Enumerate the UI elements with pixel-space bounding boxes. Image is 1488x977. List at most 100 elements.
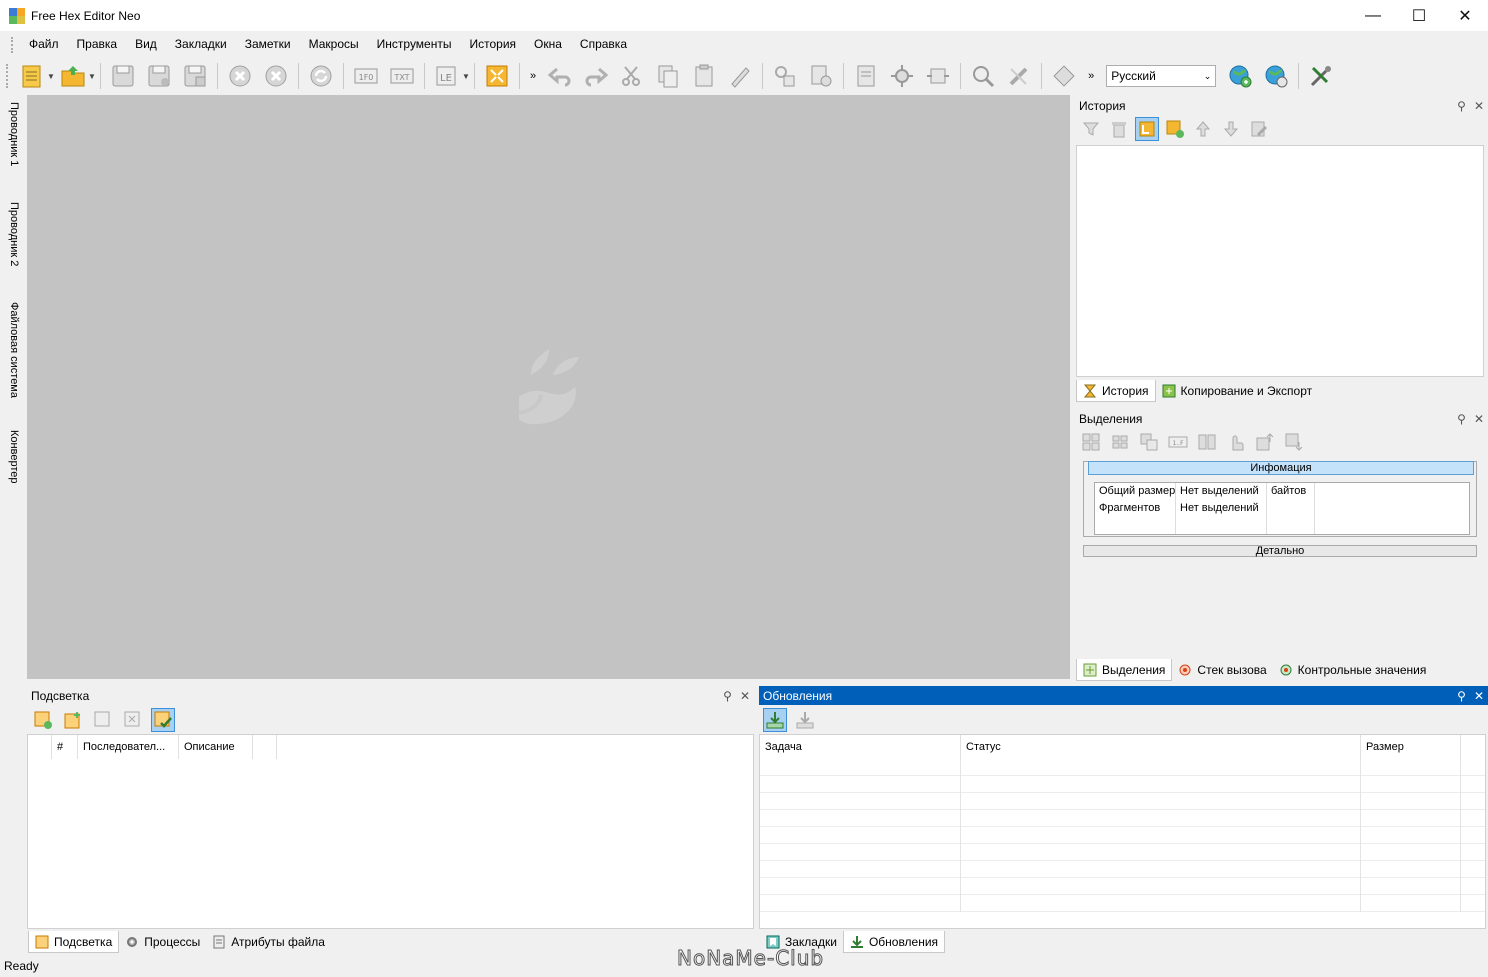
maximize-button[interactable]: ☐ xyxy=(1396,0,1442,31)
select-range-icon[interactable]: 1..F xyxy=(1166,430,1190,454)
save-all-icon[interactable] xyxy=(181,62,209,90)
tab-updates[interactable]: Обновления xyxy=(842,931,946,953)
new-file-dropdown[interactable]: ▼ xyxy=(47,72,55,81)
paste-icon[interactable] xyxy=(690,62,718,90)
trash-icon[interactable] xyxy=(1107,117,1131,141)
menu-view[interactable]: Вид xyxy=(126,31,166,58)
copy-special-icon[interactable] xyxy=(807,62,835,90)
highlight-edit-icon[interactable] xyxy=(61,708,85,732)
expand-icon[interactable] xyxy=(924,62,952,90)
history-up-icon[interactable] xyxy=(1191,117,1215,141)
download-updates-icon[interactable] xyxy=(763,707,787,732)
menu-help[interactable]: Справка xyxy=(571,31,636,58)
minimize-button[interactable]: — xyxy=(1350,0,1396,31)
tab-history[interactable]: История xyxy=(1076,380,1156,402)
column-header-task[interactable]: Задача xyxy=(760,735,961,759)
menu-file[interactable]: Файл xyxy=(20,31,68,58)
tab-file-system[interactable]: Файловая система xyxy=(4,298,24,410)
close-icon[interactable] xyxy=(226,62,254,90)
options-icon[interactable] xyxy=(1307,62,1335,90)
editor-workspace[interactable] xyxy=(27,95,1070,679)
tab-explorer-2[interactable]: Проводник 2 xyxy=(4,198,24,280)
select-import-icon[interactable] xyxy=(1253,430,1277,454)
column-header-size[interactable]: Размер xyxy=(1361,735,1461,759)
open-file-dropdown[interactable]: ▼ xyxy=(88,72,96,81)
history-add-icon[interactable] xyxy=(1163,117,1187,141)
select-split-icon[interactable] xyxy=(1195,430,1219,454)
menu-windows[interactable]: Окна xyxy=(525,31,571,58)
redo-icon[interactable] xyxy=(582,62,610,90)
close-window-button[interactable]: ✕ xyxy=(1442,0,1488,31)
select-export-icon[interactable] xyxy=(1282,430,1306,454)
encoding-dropdown[interactable]: ▼ xyxy=(462,72,470,81)
column-header-description[interactable]: Описание xyxy=(179,735,253,759)
reload-icon[interactable] xyxy=(307,62,335,90)
pin-icon[interactable]: ⚲ xyxy=(723,689,732,703)
web-info-icon[interactable] xyxy=(1262,62,1290,90)
history-edit-icon[interactable] xyxy=(1247,117,1271,141)
tab-selections[interactable]: Выделения xyxy=(1076,659,1173,681)
pin-icon[interactable]: ⚲ xyxy=(1457,412,1466,426)
close-icon[interactable]: ✕ xyxy=(1474,99,1484,113)
highlight-add-icon[interactable] xyxy=(31,708,55,732)
close-icon[interactable]: ✕ xyxy=(1474,412,1484,426)
highlight-list[interactable]: # Последовател... Описание xyxy=(27,734,754,929)
tab-explorer-1[interactable]: Проводник 1 xyxy=(4,98,24,180)
close-icon[interactable]: ✕ xyxy=(740,689,750,703)
history-tree-icon[interactable] xyxy=(1135,117,1159,141)
tab-highlight[interactable]: Подсветка xyxy=(28,931,120,953)
select-blocks-icon[interactable] xyxy=(1108,430,1132,454)
hex-mode-icon[interactable]: 1F0 xyxy=(352,62,380,90)
patch-icon[interactable] xyxy=(1050,62,1078,90)
search-icon[interactable] xyxy=(969,62,997,90)
highlight-apply-icon[interactable] xyxy=(151,707,175,732)
clear-icon[interactable] xyxy=(726,62,754,90)
menu-edit[interactable]: Правка xyxy=(68,31,127,58)
tab-call-stack[interactable]: Стек вызова xyxy=(1172,659,1272,681)
menu-grip[interactable] xyxy=(11,36,15,53)
info-title[interactable]: Инфомация xyxy=(1088,461,1474,475)
menu-macros[interactable]: Макросы xyxy=(300,31,368,58)
updates-list[interactable]: Задача Статус Размер xyxy=(759,734,1486,929)
tab-copy-export[interactable]: Копирование и Экспорт xyxy=(1156,380,1319,402)
pin-icon[interactable]: ⚲ xyxy=(1457,689,1466,703)
tab-file-attributes[interactable]: Атрибуты файла xyxy=(206,931,331,953)
column-header-number[interactable]: # xyxy=(52,735,78,759)
history-filter-icon[interactable] xyxy=(1079,117,1103,141)
cut-icon[interactable] xyxy=(618,62,646,90)
encoding-icon[interactable]: LE xyxy=(433,62,461,90)
history-list[interactable] xyxy=(1076,145,1484,377)
print-icon[interactable] xyxy=(852,62,880,90)
select-grid-icon[interactable] xyxy=(1079,430,1103,454)
settings-icon[interactable] xyxy=(888,62,916,90)
column-header-sequence[interactable]: Последовател... xyxy=(78,735,179,759)
undo-icon[interactable] xyxy=(546,62,574,90)
select-merge-icon[interactable] xyxy=(1137,430,1161,454)
menu-notes[interactable]: Заметки xyxy=(236,31,300,58)
toolbar-overflow-icon[interactable]: » xyxy=(530,70,536,82)
close-icon[interactable]: ✕ xyxy=(1474,689,1484,703)
close-all-icon[interactable] xyxy=(262,62,290,90)
column-header-status[interactable]: Статус xyxy=(961,735,1361,759)
history-down-icon[interactable] xyxy=(1219,117,1243,141)
web-update-icon[interactable] xyxy=(1226,62,1254,90)
language-select[interactable]: Русский ⌄ xyxy=(1106,65,1217,87)
hand-pointer-icon[interactable] xyxy=(1224,430,1248,454)
fullscreen-icon[interactable] xyxy=(483,62,511,90)
menu-bookmarks[interactable]: Закладки xyxy=(166,31,236,58)
save-as-icon[interactable] xyxy=(145,62,173,90)
new-file-icon[interactable] xyxy=(18,62,46,90)
tools-icon[interactable] xyxy=(1005,62,1033,90)
text-mode-icon[interactable]: TXT xyxy=(388,62,416,90)
highlight-clone-icon[interactable] xyxy=(91,708,115,732)
toolbar-grip[interactable] xyxy=(6,64,10,88)
find-replace-icon[interactable] xyxy=(771,62,799,90)
toolbar-overflow-icon-2[interactable]: » xyxy=(1088,70,1094,82)
open-file-icon[interactable] xyxy=(59,62,87,90)
tab-processes[interactable]: Процессы xyxy=(119,931,206,953)
tab-watches[interactable]: Контрольные значения xyxy=(1273,659,1433,681)
install-updates-icon[interactable] xyxy=(793,708,817,732)
menu-history[interactable]: История xyxy=(460,31,525,58)
detail-toggle[interactable]: Детально xyxy=(1083,545,1477,557)
copy-icon[interactable] xyxy=(654,62,682,90)
